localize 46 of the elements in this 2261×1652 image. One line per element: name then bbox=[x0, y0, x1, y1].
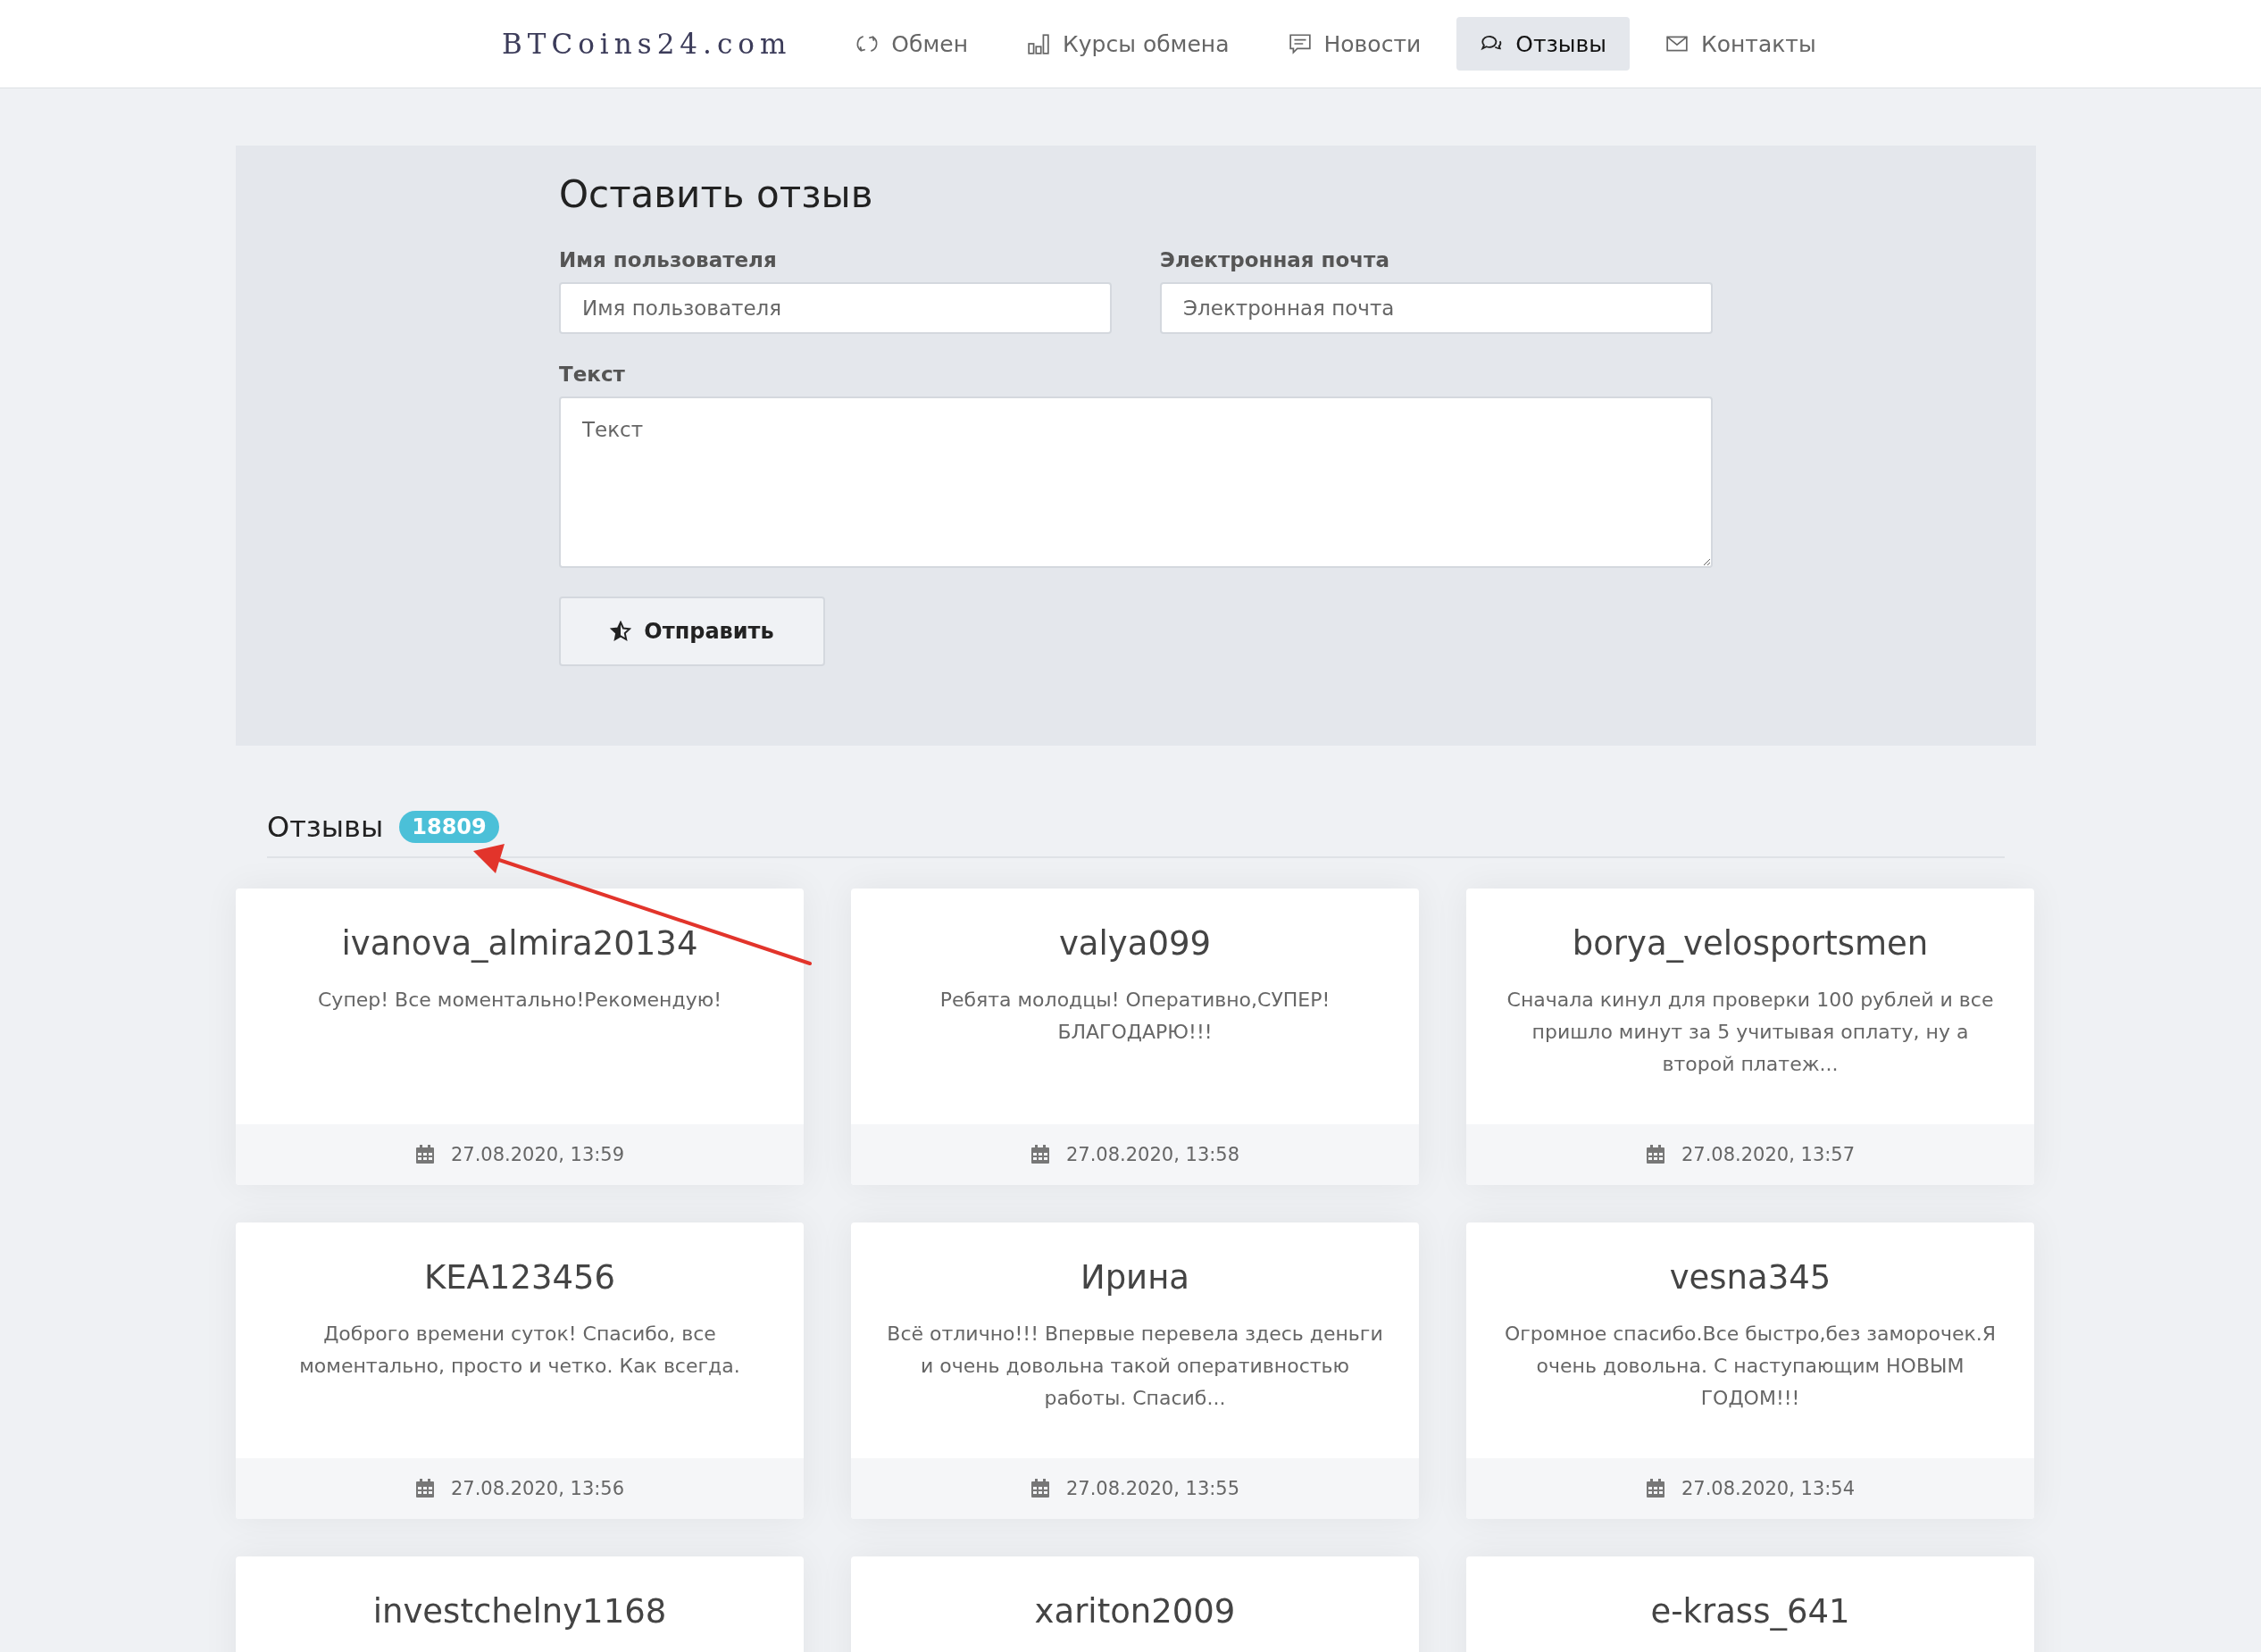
review-date: 27.08.2020, 13:57 bbox=[1681, 1144, 1856, 1165]
reviewer-name: investchelny1168 bbox=[372, 1592, 667, 1631]
reviewer-name: vesna345 bbox=[1669, 1258, 1831, 1297]
form-title: Оставить отзыв bbox=[559, 172, 874, 216]
reviewer-name: e-krass_641 bbox=[1650, 1592, 1850, 1631]
section-title: Отзывы bbox=[267, 810, 384, 844]
review-text: Всё отлично!!! Впервые перевела здесь деньги и очень довольна такой оперативностью работы. Спасиб... bbox=[886, 1322, 1384, 1411]
calendar-icon bbox=[1030, 1145, 1050, 1164]
review-text: Супер! Все моментально!Рекомендую! bbox=[317, 988, 722, 1013]
calendar-icon bbox=[414, 1145, 435, 1164]
nav-link[interactable]: Отзывы bbox=[1456, 17, 1630, 71]
nav-link[interactable]: Обмен bbox=[832, 17, 992, 71]
field-label: Электронная почта bbox=[1160, 248, 1390, 271]
input-field[interactable]: Электронная почта bbox=[1160, 282, 1713, 334]
reviewer-name: Ирина bbox=[1080, 1258, 1190, 1297]
reviewer-name: KEA123456 bbox=[423, 1258, 616, 1297]
review-date: 27.08.2020, 13:59 bbox=[450, 1144, 625, 1165]
field-label: Имя пользователя bbox=[559, 248, 778, 271]
input-field[interactable]: Имя пользователя bbox=[559, 282, 1112, 334]
nav-link[interactable]: Новости bbox=[1264, 17, 1445, 71]
nav-link[interactable]: Контакты bbox=[1641, 17, 1840, 71]
reviewer-name: xariton2009 bbox=[1034, 1592, 1236, 1631]
field-label: Текст bbox=[559, 363, 626, 386]
calendar-icon bbox=[414, 1479, 435, 1498]
calendar-icon bbox=[1645, 1479, 1665, 1498]
reviewer-name: ivanova_almira20134 bbox=[341, 924, 698, 963]
review-text: Огромное спасибо.Все быстро,без заморочек.Я очень довольна. С наступающим НОВЫМ ГОДОМ!!! bbox=[1503, 1322, 1998, 1411]
count-badge: 18809 bbox=[399, 811, 499, 843]
star-icon bbox=[610, 621, 632, 642]
text-field[interactable]: Текст bbox=[559, 396, 1713, 568]
reviewer-name: borya_velosportsmen bbox=[1572, 924, 1929, 963]
submit-button[interactable]: Отправить bbox=[559, 597, 825, 666]
reviewer-name: valya099 bbox=[1058, 924, 1211, 963]
review-text: Ребята молодцы! Оперативно,СУПЕР! БЛАГОДАРЮ!!! bbox=[939, 988, 1331, 1045]
review-date: 27.08.2020, 13:56 bbox=[450, 1478, 625, 1499]
nav-link[interactable]: Курсы обмена bbox=[1004, 17, 1253, 71]
calendar-icon bbox=[1645, 1145, 1665, 1164]
calendar-icon bbox=[1030, 1479, 1050, 1498]
review-text: Сначала кинул для проверки 100 рублей и все пришло минут за 5 учитывая оплату, ну а второй платеж... bbox=[1506, 988, 1995, 1077]
review-date: 27.08.2020, 13:55 bbox=[1065, 1478, 1240, 1499]
site-logo[interactable]: BTCoins24.com bbox=[502, 28, 792, 60]
message-icon bbox=[1288, 32, 1312, 55]
review-date: 27.08.2020, 13:54 bbox=[1681, 1478, 1856, 1499]
bar-chart-icon bbox=[1027, 32, 1051, 55]
review-date: 27.08.2020, 13:58 bbox=[1065, 1144, 1240, 1165]
review-text: Доброго времени суток! Спасибо, все моментально, просто и четко. Как всегда. bbox=[298, 1322, 741, 1379]
